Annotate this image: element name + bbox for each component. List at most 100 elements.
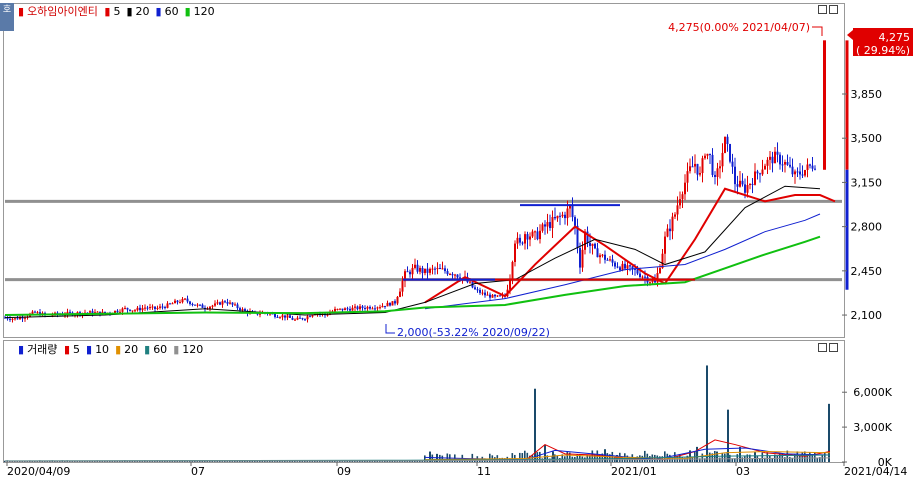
- stock-chart: 4,275(0.00% 2021/04/07) 2,000(-53.22% 202…: [3, 3, 913, 478]
- candle-body: [134, 310, 136, 312]
- volume-bar: [664, 451, 666, 462]
- candle-body: [421, 267, 424, 274]
- corner-badge[interactable]: 호: [0, 3, 14, 31]
- candle-body: [679, 199, 681, 206]
- legend-item-label: 20: [124, 343, 139, 356]
- candle-body: [161, 306, 164, 308]
- candle-body: [574, 217, 576, 226]
- candle-body: [639, 273, 641, 278]
- candle-body: [591, 243, 594, 246]
- high-annotation: 4,275(0.00% 2021/04/07): [668, 21, 810, 34]
- candle-body: [786, 162, 789, 165]
- candle-body: [384, 305, 386, 307]
- volume-bar: [344, 461, 346, 462]
- legend-item-120: ▮ 120: [173, 343, 204, 356]
- candle-body: [724, 136, 726, 153]
- candle-body: [509, 279, 511, 290]
- candle-body: [24, 317, 26, 319]
- candle-body: [774, 151, 776, 164]
- candle-body: [121, 308, 124, 312]
- candle-body: [706, 153, 709, 156]
- candle-body: [176, 300, 179, 303]
- x-axis-label: 2021/04/14: [844, 465, 907, 478]
- candle-body: [671, 216, 674, 232]
- legend-item-label: 120: [182, 343, 204, 356]
- candle-body: [276, 316, 279, 318]
- volume-panel-minimize-button[interactable]: [818, 343, 827, 352]
- candle-body: [406, 271, 409, 273]
- low-annotation: 2,000(-53.22% 2020/09/22): [397, 326, 550, 339]
- candle-body: [186, 298, 189, 302]
- candle-body: [694, 163, 696, 167]
- candle-body: [621, 263, 624, 271]
- candle-body: [274, 313, 276, 317]
- volume-bar: [739, 446, 741, 462]
- legend-item-20: ▮ 20: [126, 5, 150, 18]
- candle-body: [474, 287, 476, 290]
- volume-panel-close-button[interactable]: [829, 343, 838, 352]
- candle-body: [164, 307, 166, 309]
- volume-bar: [534, 388, 536, 462]
- candle-body: [649, 282, 651, 284]
- candle-body: [616, 266, 619, 268]
- volume-bar: [654, 454, 656, 462]
- candle-body: [194, 304, 196, 306]
- candle-body: [364, 308, 366, 310]
- candle-body: [779, 154, 781, 165]
- x-axis-label: 2021/01: [611, 465, 657, 478]
- candle-body: [611, 259, 614, 263]
- candle-body: [719, 166, 721, 169]
- price-panel-close-button[interactable]: [829, 5, 838, 14]
- candle-body: [486, 294, 489, 296]
- candle-body: [759, 173, 761, 175]
- volume-bar: [796, 451, 799, 462]
- candle-body: [309, 316, 311, 318]
- candle-body: [351, 307, 354, 311]
- candle-body: [419, 267, 421, 272]
- candle-body: [791, 166, 794, 175]
- candle-body: [739, 180, 741, 187]
- candle-body: [336, 308, 339, 310]
- candle-body: [636, 269, 639, 274]
- candle-body: [361, 306, 364, 309]
- candle-body: [746, 185, 749, 193]
- candle-body: [369, 306, 371, 309]
- candle-body: [781, 164, 784, 166]
- candle-body: [394, 301, 396, 304]
- ma-line-20: [4, 185, 821, 319]
- candle-body: [434, 268, 436, 270]
- volume-bar: [336, 461, 339, 462]
- last-price-value: 4,275: [879, 31, 911, 44]
- low-annotation-arrow: [385, 324, 395, 334]
- candle-body: [659, 268, 661, 274]
- candle-body: [546, 222, 549, 227]
- legend-item-60: ▮ 60: [144, 343, 168, 356]
- candle-body: [784, 162, 786, 165]
- candle-body: [201, 304, 204, 308]
- price-legend: ▮ 오하임아이엔티 ▮ 5 ▮ 20 ▮ 60 ▮ 120: [18, 5, 224, 19]
- candle-body: [751, 183, 754, 185]
- candle-body: [399, 291, 401, 297]
- candle-body: [36, 312, 39, 314]
- volume-bar: [706, 365, 708, 462]
- candle-body: [139, 307, 141, 311]
- candle-body: [219, 302, 221, 305]
- candle-body: [149, 307, 151, 309]
- candle-body: [529, 236, 531, 240]
- candle-body: [711, 154, 714, 175]
- candle-body: [396, 296, 399, 304]
- candle-body: [216, 302, 219, 304]
- x-axis-label: 03: [736, 465, 750, 478]
- candle-body: [224, 301, 226, 303]
- candle-body: [744, 184, 746, 193]
- candle-body: [446, 271, 449, 275]
- price-panel-minimize-button[interactable]: [818, 5, 827, 14]
- candle-body: [701, 158, 704, 174]
- volume-bar: [696, 446, 698, 462]
- candle-body: [124, 307, 126, 309]
- candle-body: [594, 243, 596, 249]
- candle-body: [571, 205, 574, 218]
- candle-body: [491, 294, 494, 298]
- candle-body: [556, 215, 559, 219]
- volume-bar: [816, 458, 819, 462]
